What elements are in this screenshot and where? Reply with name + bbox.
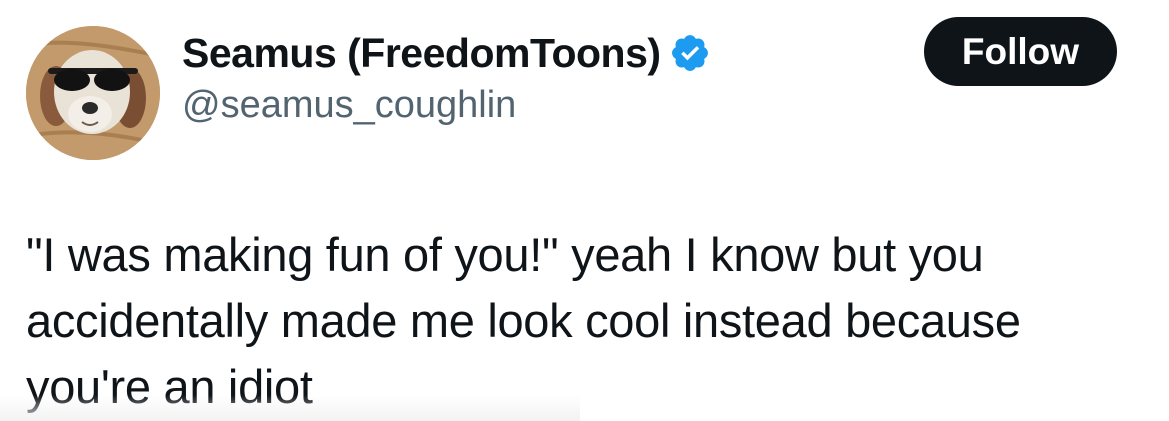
follow-button[interactable]: Follow	[924, 17, 1117, 86]
author-name-row: Seamus (FreedomToons)	[182, 28, 711, 78]
tweet-card: Seamus (FreedomToons) @seamus_coughlin F…	[0, 0, 1169, 421]
author-display-name[interactable]: Seamus (FreedomToons)	[182, 30, 661, 77]
dog-with-sunglasses-avatar-icon	[26, 26, 160, 160]
verified-badge-icon	[669, 32, 711, 74]
tweet-text: "I was making fun of you!" yeah I know b…	[26, 228, 1021, 413]
author-handle[interactable]: @seamus_coughlin	[182, 84, 516, 127]
avatar[interactable]	[26, 26, 160, 160]
